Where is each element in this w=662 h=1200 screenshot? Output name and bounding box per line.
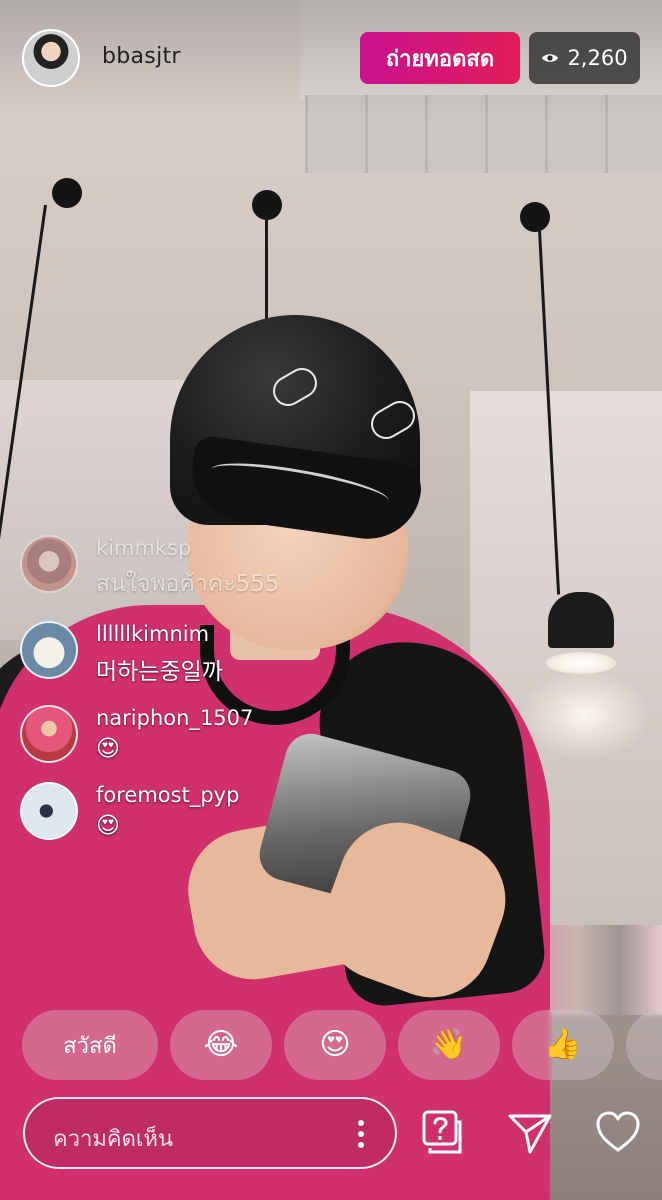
comment-username[interactable]: foremost_pyp [96,783,239,807]
avatar-penguin[interactable] [20,621,78,679]
live-badge: ถ่ายทอดสด [360,32,520,84]
heart-icon[interactable] [594,1108,642,1156]
reaction-wave[interactable]: 👋 [398,1010,500,1080]
heart-eyes-emoji-icon: 😍 [319,1027,351,1062]
comment-placeholder: ความคิดเห็น [53,1127,173,1152]
comment-text: 😍 [96,736,120,762]
comment-item: kimmksp สนใจพอค้าค่ะ555 [20,535,440,602]
comment-item: nariphon_1507 😍 [20,705,440,763]
comment-text: สนใจพอค้าค่ะ555 [96,571,280,597]
reaction-laugh[interactable]: 😂 [170,1010,272,1080]
comment-username[interactable]: nariphon_1507 [96,706,253,730]
viewer-count: 2,260 [567,46,628,70]
quick-reply-hello[interactable]: สวัสดี [22,1010,158,1080]
more-vertical-icon[interactable] [357,1119,365,1149]
header-bar: bbasjtr ถ่ายทอดสด 2,260 [0,0,662,120]
question-box-icon[interactable] [418,1108,466,1156]
viewer-count-badge[interactable]: 2,260 [529,32,640,84]
avatar-redhair[interactable] [20,535,78,593]
wave-emoji-icon: 👋 [430,1027,468,1062]
comment-username[interactable]: kimmksp [96,536,279,560]
comment-item: foremost_pyp 😍 [20,782,440,840]
reaction-heart-eyes[interactable]: 😍 [284,1010,386,1080]
comment-text: 😍 [96,813,120,839]
thumbs-up-emoji-icon: 👍 [544,1027,582,1062]
quick-reactions-row: สวัสดี 😂 😍 👋 👍 [22,1010,662,1080]
send-icon[interactable] [506,1108,554,1156]
laugh-emoji-icon: 😂 [203,1027,239,1062]
comment-username[interactable]: llllllkimnim [96,622,223,646]
reaction-more[interactable] [626,1010,662,1080]
avatar-snow-photo[interactable] [20,782,78,840]
host-avatar[interactable] [22,29,80,87]
comment-input[interactable]: ความคิดเห็น [23,1097,397,1169]
eye-icon [542,54,559,62]
comment-feed: kimmksp สนใจพอค้าค่ะ555 llllllkimnim 머하는… [20,535,440,859]
comment-item: llllllkimnim 머하는중일까 [20,621,440,686]
comment-text: 머하는중일까 [96,659,223,685]
avatar-pink-dress[interactable] [20,705,78,763]
host-username[interactable]: bbasjtr [102,44,181,69]
reaction-thumbs-up[interactable]: 👍 [512,1010,614,1080]
